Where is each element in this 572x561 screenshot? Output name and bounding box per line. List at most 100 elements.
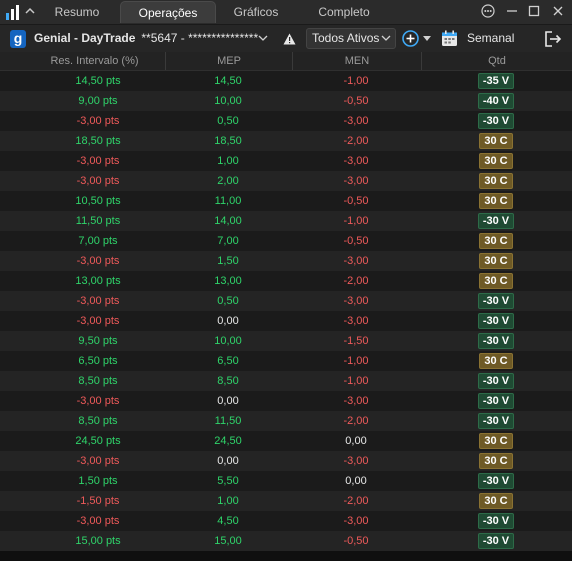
maximize-icon[interactable] — [527, 4, 541, 18]
bar-chart-logo-icon — [6, 5, 19, 20]
result-cell: -3,00 pts — [76, 395, 120, 407]
qtd-cell: -40 V — [458, 91, 534, 111]
column-header-men[interactable]: MEN — [293, 52, 422, 70]
toolbar: g Genial - DayTrade **5647 - ************… — [0, 25, 572, 53]
table-row[interactable]: 1,50 pts 5,50 0,00 -30 V — [0, 471, 572, 491]
result-cell: 24,50 pts — [75, 435, 121, 447]
table-row[interactable]: 8,50 pts 8,50 -1,00 -30 V — [0, 371, 572, 391]
men-cell: -2,00 — [343, 495, 369, 507]
warning-icon[interactable] — [283, 33, 296, 45]
chevron-down-icon[interactable] — [258, 34, 268, 42]
tab-operacoes[interactable]: Operações — [120, 1, 216, 23]
table-row[interactable]: -3,00 pts 1,50 -3,00 30 C — [0, 251, 572, 271]
qtd-cell: 30 C — [458, 171, 534, 191]
result-cell: 9,50 pts — [78, 335, 118, 347]
table-row[interactable]: 11,50 pts 14,00 -1,00 -30 V — [0, 211, 572, 231]
table-row[interactable]: 7,00 pts 7,00 -0,50 30 C — [0, 231, 572, 251]
table-row[interactable]: 6,50 pts 6,50 -1,00 30 C — [0, 351, 572, 371]
men-cell: 0,00 — [345, 435, 367, 447]
collapse-chevron-up-icon[interactable] — [24, 5, 36, 17]
quantity-badge: -30 V — [477, 373, 515, 390]
period-selector[interactable]: Semanal — [467, 29, 514, 48]
table-row[interactable]: 9,50 pts 10,00 -1,50 -30 V — [0, 331, 572, 351]
table-row[interactable]: 14,50 pts 14,50 -1,00 -35 V — [0, 71, 572, 91]
qtd-cell: -30 V — [458, 311, 534, 331]
tab-completo[interactable]: Completo — [308, 1, 380, 23]
men-cell: -0,50 — [343, 195, 369, 207]
men-cell: -1,00 — [343, 355, 369, 367]
qtd-cell: -30 V — [458, 391, 534, 411]
table-row[interactable]: -3,00 pts 0,50 -3,00 -30 V — [0, 291, 572, 311]
qtd-cell: -30 V — [458, 211, 534, 231]
mep-cell: 0,00 — [217, 455, 239, 467]
table-row[interactable]: 9,00 pts 10,00 -0,50 -40 V — [0, 91, 572, 111]
quantity-badge: -30 V — [477, 333, 515, 350]
add-circle-icon[interactable] — [402, 30, 419, 47]
table-row[interactable]: -3,00 pts 0,00 -3,00 -30 V — [0, 311, 572, 331]
top-tab-bar: Resumo Operações Gráficos Completo — [0, 0, 572, 25]
table-row[interactable]: 13,00 pts 13,00 -2,00 30 C — [0, 271, 572, 291]
mep-cell: 14,50 — [214, 75, 242, 87]
table-row[interactable]: -1,50 pts 1,00 -2,00 30 C — [0, 491, 572, 511]
mep-cell: 0,00 — [217, 395, 239, 407]
men-cell: -1,50 — [343, 335, 369, 347]
account-name: Genial - DayTrade — [34, 31, 136, 45]
table-row[interactable]: -3,00 pts 0,00 -3,00 -30 V — [0, 391, 572, 411]
qtd-cell: -30 V — [458, 531, 534, 551]
quantity-badge: 30 C — [479, 133, 513, 150]
export-icon[interactable] — [544, 30, 562, 48]
qtd-cell: -30 V — [458, 511, 534, 531]
men-cell: -0,50 — [343, 95, 369, 107]
table-row[interactable]: 24,50 pts 24,50 0,00 30 C — [0, 431, 572, 451]
table-row[interactable]: -3,00 pts 0,00 -3,00 30 C — [0, 451, 572, 471]
table-row[interactable]: 18,50 pts 18,50 -2,00 30 C — [0, 131, 572, 151]
mep-cell: 1,50 — [217, 255, 239, 267]
qtd-cell: 30 C — [458, 131, 534, 151]
table-row[interactable]: 10,50 pts 11,00 -0,50 30 C — [0, 191, 572, 211]
qtd-cell: 30 C — [458, 231, 534, 251]
result-cell: 1,50 pts — [78, 475, 118, 487]
mep-cell: 11,50 — [214, 415, 242, 427]
mep-cell: 1,00 — [217, 495, 239, 507]
table-row[interactable]: -3,00 pts 4,50 -3,00 -30 V — [0, 511, 572, 531]
qtd-cell: 30 C — [458, 151, 534, 171]
mep-cell: 5,50 — [217, 475, 239, 487]
result-cell: 14,50 pts — [75, 75, 121, 87]
column-header-mep[interactable]: MEP — [166, 52, 293, 70]
minimize-icon[interactable] — [505, 4, 519, 18]
result-cell: -3,00 pts — [76, 515, 120, 527]
tab-resumo[interactable]: Resumo — [45, 1, 109, 23]
column-header-result[interactable]: Res. Intervalo (%) — [24, 52, 166, 70]
mep-cell: 14,00 — [214, 215, 242, 227]
men-cell: 0,00 — [345, 475, 367, 487]
table-row[interactable]: 8,50 pts 11,50 -2,00 -30 V — [0, 411, 572, 431]
quantity-badge: 30 C — [479, 453, 513, 470]
column-header-qtd[interactable]: Qtd — [422, 52, 572, 70]
quantity-badge: 30 C — [479, 173, 513, 190]
qtd-cell: 30 C — [458, 491, 534, 511]
more-options-icon[interactable] — [481, 4, 495, 18]
table-row[interactable]: -3,00 pts 1,00 -3,00 30 C — [0, 151, 572, 171]
men-cell: -1,00 — [343, 215, 369, 227]
caret-down-icon[interactable] — [423, 36, 431, 42]
table-row[interactable]: -3,00 pts 2,00 -3,00 30 C — [0, 171, 572, 191]
account-select[interactable]: Genial - DayTrade **5647 - **************… — [30, 28, 272, 49]
men-cell: -3,00 — [343, 115, 369, 127]
qtd-cell: 30 C — [458, 271, 534, 291]
result-cell: -3,00 pts — [76, 175, 120, 187]
mep-cell: 0,50 — [217, 115, 239, 127]
result-cell: 11,50 pts — [75, 215, 121, 227]
mep-cell: 8,50 — [217, 375, 239, 387]
quantity-badge: 30 C — [479, 433, 513, 450]
qtd-cell: -30 V — [458, 411, 534, 431]
tab-graficos[interactable]: Gráficos — [224, 1, 288, 23]
result-cell: -3,00 pts — [76, 315, 120, 327]
close-icon[interactable] — [551, 4, 565, 18]
qtd-cell: -30 V — [458, 471, 534, 491]
chevron-down-icon[interactable] — [381, 34, 391, 42]
men-cell: -3,00 — [343, 315, 369, 327]
calendar-icon[interactable] — [441, 30, 458, 47]
table-row[interactable]: 15,00 pts 15,00 -0,50 -30 V — [0, 531, 572, 551]
qtd-cell: -30 V — [458, 371, 534, 391]
table-row[interactable]: -3,00 pts 0,50 -3,00 -30 V — [0, 111, 572, 131]
